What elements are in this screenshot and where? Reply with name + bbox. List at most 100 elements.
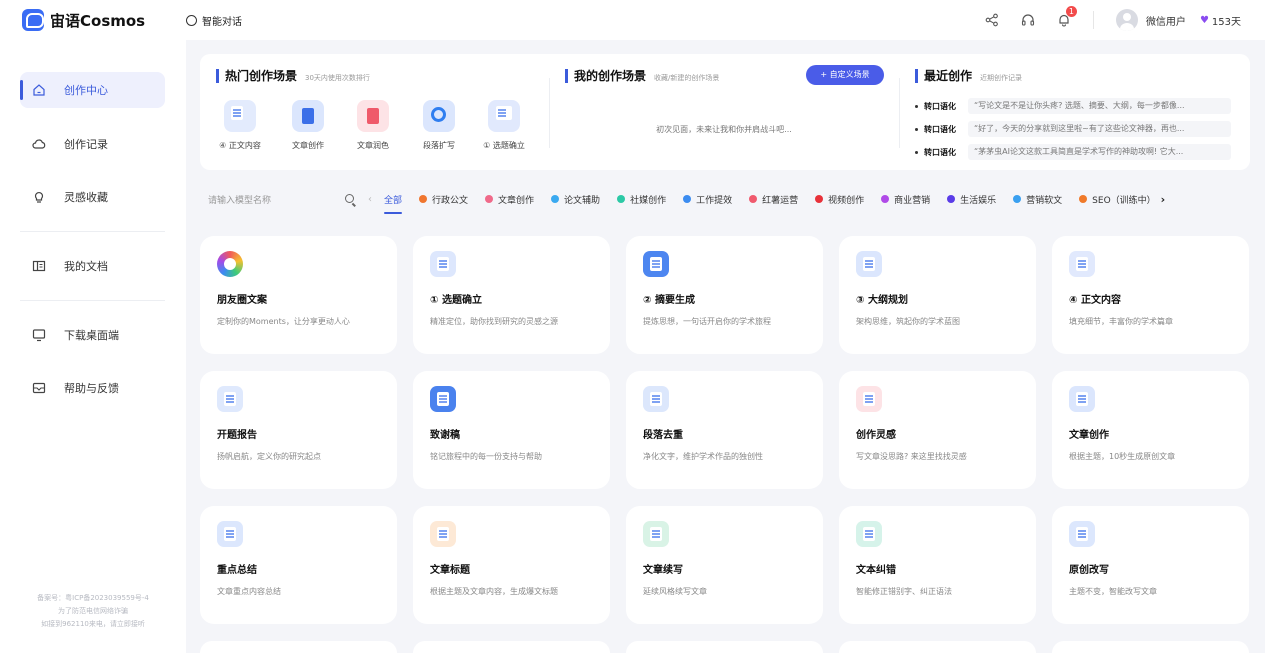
scene-icon: [217, 521, 243, 547]
category-chip[interactable]: 行政公文: [419, 188, 468, 210]
smart-chat-label: 智能对话: [202, 16, 242, 28]
panel-divider: [549, 78, 550, 148]
scene-card[interactable]: ① 选题确立 精准定位，助你找到研究的灵感之源: [413, 236, 610, 354]
recent-item[interactable]: 转口语化 “写论文是不是让你头疼? 选题、摘要、大纲，每一步都像...: [915, 98, 1231, 114]
user-name[interactable]: 微信用户: [1146, 13, 1186, 28]
recent-item-tag: 转口语化: [924, 147, 956, 157]
scene-card[interactable]: [413, 641, 610, 653]
recent-header: 最近创作 近期创作记录: [915, 67, 1022, 84]
scene-card-title: 文本纠错: [856, 565, 896, 576]
scene-card[interactable]: [200, 641, 397, 653]
hot-item-body-content[interactable]: ④ 正文内容: [213, 100, 267, 151]
scene-card[interactable]: [1052, 641, 1249, 653]
scene-card[interactable]: 段落去重 净化文字，维护学术作品的独创性: [626, 371, 823, 489]
scene-card-description: 延续风格续写文章: [643, 587, 707, 596]
category-chip-label: 商业营销: [894, 195, 931, 206]
headset-icon[interactable]: [1021, 13, 1035, 27]
category-chip-label: 全部: [384, 195, 403, 206]
notification-bell[interactable]: 1: [1057, 6, 1077, 27]
category-chip-label: 营销软文: [1026, 195, 1063, 206]
sidebar-item-label: 灵感收藏: [64, 191, 108, 204]
app-logo[interactable]: 宙语Cosmos: [0, 9, 186, 31]
scene-card-description: 填充细节，丰富你的学术篇章: [1069, 317, 1173, 326]
scene-card-description: 铭记旅程中的每一份支持与帮助: [430, 452, 542, 461]
category-chip[interactable]: 全部: [384, 188, 403, 214]
red-document-icon: [357, 100, 389, 132]
scene-icon: [856, 386, 882, 412]
avatar[interactable]: [1115, 9, 1138, 31]
cloud-icon: [32, 139, 46, 149]
chevron-left-icon[interactable]: ‹: [368, 194, 372, 205]
scene-card[interactable]: 文章续写 延续风格续写文章: [626, 506, 823, 624]
scene-card[interactable]: 致谢稿 铭记旅程中的每一份支持与帮助: [413, 371, 610, 489]
sidebar-item-history[interactable]: 创作记录: [20, 126, 165, 162]
scene-card[interactable]: 文本纠错 智能修正错别字、纠正语法: [839, 506, 1036, 624]
recent-item[interactable]: 转口语化 “好了，今天的分享就到这里啦~有了这些论文神器，再也...: [915, 121, 1231, 137]
icp-record[interactable]: 备案号：粤ICP备2023039559号-4: [0, 592, 186, 605]
smart-chat-tab[interactable]: 智能对话: [186, 13, 242, 28]
scene-card[interactable]: ③ 大纲规划架构思维，筑起你的学术蓝图: [839, 236, 1036, 354]
chat-bubble-icon: [186, 14, 197, 26]
category-dot-icon: [749, 195, 758, 203]
hot-item-polish[interactable]: 文章润色: [346, 100, 400, 151]
sidebar-divider: [20, 300, 165, 301]
chevron-right-icon[interactable]: ›: [1161, 193, 1166, 206]
hot-item-topic[interactable]: ① 选题确立: [477, 100, 531, 151]
scene-card[interactable]: [626, 641, 823, 653]
category-chip-label: 社媒创作: [630, 195, 667, 206]
category-chip[interactable]: 文章创作: [485, 188, 534, 210]
model-search-input[interactable]: 请输入模型名称: [200, 188, 360, 210]
category-chip[interactable]: 生活娱乐: [947, 188, 996, 210]
category-chip[interactable]: SEO（训练中）: [1079, 188, 1156, 210]
category-chip[interactable]: 社媒创作: [617, 188, 666, 210]
vip-days[interactable]: ♥ 153天: [1200, 13, 1241, 28]
category-chip[interactable]: 商业营销: [881, 188, 930, 210]
scene-card[interactable]: [839, 641, 1036, 653]
category-chip[interactable]: 营销软文: [1013, 188, 1062, 210]
bullet: [915, 127, 918, 131]
category-chip[interactable]: 红薯运营: [749, 188, 798, 210]
sidebar-item-my-docs[interactable]: 我的文档: [20, 248, 165, 284]
magnifier-icon: [423, 100, 455, 132]
bullet: [915, 104, 918, 108]
recent-item-text: “好了，今天的分享就到这里啦~有了这些论文神器，再也...: [968, 121, 1231, 137]
hot-item-article-writing[interactable]: 文章创作: [281, 100, 335, 151]
recent-item[interactable]: 转口语化 “茅茅虫AI论文这款工具简直是学术写作的神助攻啊! 它大...: [915, 144, 1231, 160]
scene-card-description: 净化文字，维护学术作品的独创性: [643, 452, 763, 461]
scene-card[interactable]: 朋友圈文案 定制你的Moments，让分享更动人心: [200, 236, 397, 354]
scene-card[interactable]: ④ 正文内容 填充细节，丰富你的学术篇章: [1052, 236, 1249, 354]
custom-scene-button[interactable]: + 自定义场景: [806, 65, 884, 85]
category-dot-icon: [815, 195, 824, 203]
hot-scenes-title: 热门创作场景: [225, 69, 298, 83]
fraud-notice-detail: 如接到962110来电，请立即接听: [41, 620, 145, 628]
scene-card-description: 架构思维，筑起你的学术蓝图: [856, 317, 960, 326]
scene-card[interactable]: 文章创作 根据主题，10秒生成原创文章: [1052, 371, 1249, 489]
scene-card[interactable]: 重点总结 文章重点内容总结: [200, 506, 397, 624]
scene-card-description: 主题不变，智能改写文章: [1069, 587, 1157, 596]
category-chip[interactable]: 视频创作: [815, 188, 864, 210]
search-icon[interactable]: [345, 194, 354, 203]
sidebar-item-creation-center[interactable]: 创作中心: [20, 72, 165, 108]
scene-card[interactable]: 创作灵感 写文章没思路? 来这里找找灵感: [839, 371, 1036, 489]
recent-item-text: “茅茅虫AI论文这款工具简直是学术写作的神助攻啊! 它大...: [968, 144, 1231, 160]
scene-card[interactable]: 原创改写 主题不变，智能改写文章: [1052, 506, 1249, 624]
fraud-notice: 为了防范电信网络诈骗: [58, 607, 128, 615]
sidebar-item-help-feedback[interactable]: 帮助与反馈: [20, 370, 165, 406]
scene-icon: [856, 521, 882, 547]
sidebar-item-download-desktop[interactable]: 下载桌面端: [20, 317, 165, 353]
category-filter-bar: 请输入模型名称 ‹ 全部 行政公文 文章创作 论文辅助 社媒创作 工作提效 红薯运营 视频创作…: [200, 188, 1250, 214]
hot-item-label: ④ 正文内容: [219, 141, 261, 150]
category-chip[interactable]: 论文辅助: [551, 188, 600, 210]
hot-item-expand[interactable]: 段落扩写: [412, 100, 466, 151]
notification-badge: 1: [1065, 6, 1077, 17]
share-icon[interactable]: [985, 13, 999, 27]
scene-card[interactable]: 开题报告 扬帆启航，定义你的研究起点: [200, 371, 397, 489]
sidebar-item-favorites[interactable]: 灵感收藏: [20, 179, 165, 215]
scene-card[interactable]: 文章标题 根据主题及文章内容，生成爆文标题: [413, 506, 610, 624]
panel-divider: [899, 78, 900, 148]
scene-card-title: ③ 大纲规划: [856, 295, 908, 306]
category-chip[interactable]: 工作提效: [683, 188, 732, 210]
my-scenes-subtitle: 收藏/新建的创作场景: [654, 74, 720, 82]
scene-card[interactable]: ② 摘要生成 提炼思想，一句话开启你的学术旅程: [626, 236, 823, 354]
category-chip-label: 文章创作: [498, 195, 535, 206]
